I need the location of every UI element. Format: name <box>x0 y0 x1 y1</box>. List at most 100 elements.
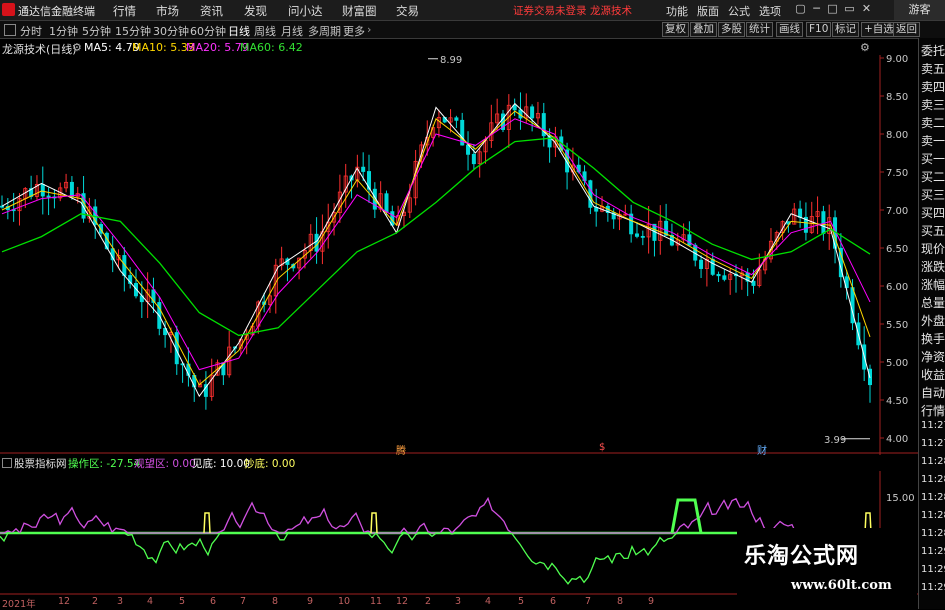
x-tick-label: 12 <box>396 596 409 607</box>
candle-body <box>798 208 803 218</box>
side-panel-item[interactable]: 11:27 <box>921 438 945 449</box>
side-panel-item[interactable]: 卖二 <box>921 114 945 131</box>
restore-icon[interactable]: ▭ <box>843 2 856 16</box>
period-multi[interactable]: 多周期 <box>308 23 341 39</box>
close-icon[interactable]: ✕ <box>860 2 873 16</box>
side-panel-item[interactable]: 自动 <box>921 384 945 401</box>
side-panel-item[interactable]: 买一 <box>921 150 945 167</box>
side-panel-item[interactable]: 总量 <box>921 294 945 311</box>
series-line-ma5 <box>1 102 871 398</box>
btn-back[interactable]: 返回 <box>893 22 920 37</box>
low-annotation: 3.99 <box>824 435 846 446</box>
candle-body <box>40 183 45 197</box>
period-5min[interactable]: 5分钟 <box>82 23 111 39</box>
menu-shichang[interactable]: 市场 <box>156 3 179 19</box>
menu-gongshi[interactable]: 公式 <box>728 3 750 19</box>
event-marker-2[interactable]: $ <box>599 442 605 453</box>
candle-body <box>530 106 535 119</box>
side-panel-item[interactable]: 外盘 <box>921 312 945 329</box>
menu-xuanxiang[interactable]: 选项 <box>759 3 781 19</box>
side-panel-item[interactable]: 卖一 <box>921 132 945 149</box>
btn-huaxian[interactable]: 画线 <box>776 22 803 37</box>
period-30min[interactable]: 30分钟 <box>153 23 189 39</box>
indicator-watch-label: 观望区: 0.00 <box>134 458 196 470</box>
side-panel-item[interactable]: 11:28 <box>921 474 945 485</box>
price-chart[interactable]: 9.00 8.50 8.00 7.50 7.00 6.50 6.00 5.50 5.00 4.50… <box>0 55 918 455</box>
menu-square-icon[interactable]: ▢ <box>794 2 807 16</box>
side-panel-item[interactable]: 买二 <box>921 168 945 185</box>
side-panel-item[interactable]: 11:27 <box>921 420 945 431</box>
collapse-icon[interactable] <box>4 24 16 36</box>
maximize-icon[interactable]: □ <box>826 2 839 16</box>
side-panel-item[interactable]: 11:28 <box>921 456 945 467</box>
btn-tongji[interactable]: 统计 <box>746 22 773 37</box>
gear-icon[interactable]: ⚙ <box>860 41 870 54</box>
period-daily[interactable]: 日线 <box>228 23 250 39</box>
btn-diejia[interactable]: 叠加 <box>690 22 717 37</box>
side-panel-item[interactable]: 11:28 <box>921 510 945 521</box>
indicator-toggle-icon[interactable] <box>2 458 12 468</box>
x-tick-label: 2 <box>425 596 432 607</box>
side-panel-item[interactable]: 11:29 <box>921 582 945 593</box>
settings-gear-icon[interactable]: ⚙ <box>72 41 82 54</box>
menu-caifuquan[interactable]: 财富圈 <box>342 3 377 19</box>
side-panel-item[interactable]: 买三 <box>921 186 945 203</box>
indicator-bottom-spike <box>203 512 211 534</box>
side-panel-item[interactable]: 11:29 <box>921 564 945 575</box>
menu-jiaoyi[interactable]: 交易 <box>396 3 419 19</box>
side-panel-item[interactable]: 涨跌 <box>921 258 945 275</box>
y-tick-label: 5.50 <box>886 320 908 331</box>
side-panel-item[interactable]: 11:29 <box>921 546 945 557</box>
side-panel-item[interactable]: 买五 <box>921 222 945 239</box>
period-fenshi[interactable]: 分时 <box>20 23 42 39</box>
side-panel-item[interactable]: 买四 <box>921 204 945 221</box>
side-panel-item[interactable]: 委托 <box>921 42 945 59</box>
side-panel-item[interactable]: 卖三 <box>921 96 945 113</box>
side-panel-item[interactable]: 现价 <box>921 240 945 257</box>
btn-biaoji[interactable]: 标记 <box>832 22 859 37</box>
high-annotation: 8.99 <box>440 55 462 66</box>
period-weekly[interactable]: 周线 <box>254 23 276 39</box>
y-tick-label: 8.00 <box>886 130 908 141</box>
side-panel-item[interactable]: 卖四 <box>921 78 945 95</box>
period-monthly[interactable]: 月线 <box>281 23 303 39</box>
side-panel-item[interactable]: 收益 <box>921 366 945 383</box>
period-60min[interactable]: 60分钟 <box>190 23 226 39</box>
btn-duogu[interactable]: 多股 <box>718 22 745 37</box>
btn-add-watchlist[interactable]: +自选 <box>861 22 897 37</box>
side-panel-item[interactable]: 11:28 <box>921 528 945 539</box>
y-tick-label: 7.00 <box>886 206 908 217</box>
event-marker-1[interactable]: 腾 <box>396 442 406 457</box>
x-tick-label: 3 <box>455 596 462 607</box>
minimize-icon[interactable]: ─ <box>810 2 823 16</box>
btn-f10[interactable]: F10 <box>806 22 832 37</box>
chevron-right-icon[interactable]: › <box>367 23 371 36</box>
side-panel-item[interactable]: 换手 <box>921 330 945 347</box>
period-15min[interactable]: 15分钟 <box>115 23 151 39</box>
side-panel-item[interactable]: 净资 <box>921 348 945 365</box>
period-more[interactable]: 更多 <box>343 23 365 39</box>
x-tick-label: 7 <box>585 596 592 607</box>
y-tick-label: 6.50 <box>886 244 908 255</box>
candle-body <box>384 193 389 213</box>
side-panel-item[interactable]: 行情 <box>921 402 945 419</box>
menu-wenxiaoda[interactable]: 问小达 <box>288 3 323 19</box>
menu-faxian[interactable]: 发现 <box>244 3 267 19</box>
guest-button[interactable]: 游客 <box>894 0 945 20</box>
menu-banmian[interactable]: 版面 <box>697 3 719 19</box>
btn-fuquan[interactable]: 复权 <box>662 22 689 37</box>
candle-body <box>710 258 715 275</box>
event-marker-3[interactable]: 财 <box>757 442 767 457</box>
candle-body <box>640 235 645 238</box>
side-panel-item[interactable]: 卖五 <box>921 60 945 77</box>
period-1min[interactable]: 1分钟 <box>49 23 78 39</box>
login-notice[interactable]: 证券交易未登录 <box>513 3 587 18</box>
side-panel-item[interactable]: 涨幅 <box>921 276 945 293</box>
menu-zixun[interactable]: 资讯 <box>200 3 223 19</box>
y-tick-label: 4.00 <box>886 434 908 445</box>
menu-gongneng[interactable]: 功能 <box>666 3 688 19</box>
indicator-op-label: 操作区: -27.54 <box>68 458 141 470</box>
side-panel-item[interactable]: 11:28 <box>921 492 945 503</box>
stock-notice[interactable]: 龙源技术 <box>590 3 632 18</box>
menu-hangqing[interactable]: 行情 <box>113 3 136 19</box>
